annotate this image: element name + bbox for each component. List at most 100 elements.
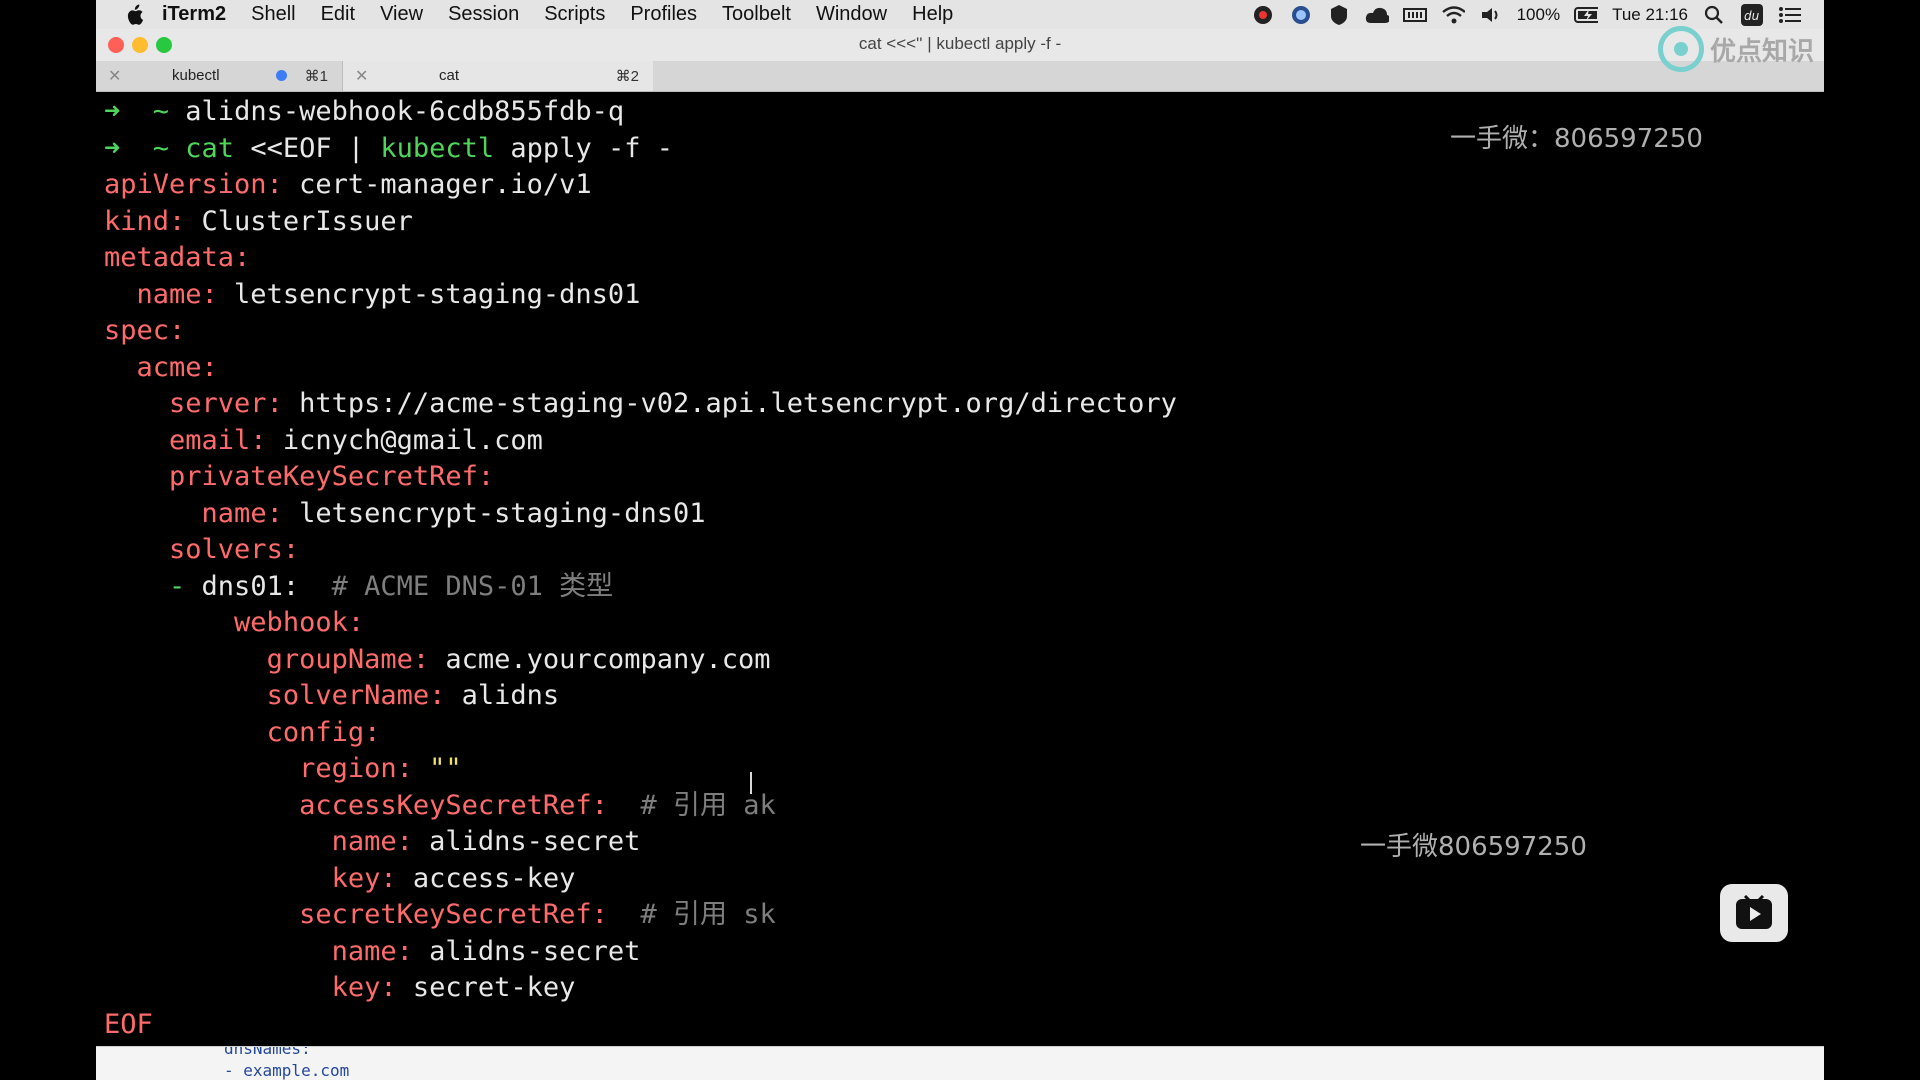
terminal-line: EOF [104,1007,153,1043]
menu-edit[interactable]: Edit [321,3,355,26]
wifi-icon[interactable] [1441,4,1465,26]
terminal-text-segment: name: [331,826,413,857]
terminal-line: server: https://acme-staging-v02.api.let… [104,386,1177,422]
brand-watermark: 优点知识 [1657,24,1814,74]
play-icon[interactable] [1720,884,1788,942]
tab-kubectl[interactable]: ✕ kubectl ⌘1 [96,61,343,91]
terminal-text-segment: solverName: [266,680,446,711]
terminal-text-segment: # 引用 sk [607,899,776,930]
terminal-line: key: access-key [104,861,576,897]
contact-overlay-mid: 一手微806597250 [1360,832,1587,862]
terminal-output[interactable]: ➜ ~ alidns-webhook-6cdb855fdb-q ➜ ~ cat <… [96,92,1824,1046]
terminal-text-segment: alidns-secret [412,935,641,967]
terminal-text-segment: acme.yourcompany.com [429,643,771,675]
terminal-line: - dns01: # ACME DNS-01 类型 [104,569,613,605]
contact-overlay-top: 一手微：806597250 [1450,124,1703,154]
cloud-icon[interactable] [1365,4,1389,26]
menu-help[interactable]: Help [912,3,953,26]
terminal-text-segment: solvers: [169,534,300,565]
terminal-line: config: [104,715,381,751]
tab-cat[interactable]: ✕ cat ⌘2 [343,61,653,91]
menu-bar: iTerm2 Shell Edit View Session Scripts P… [96,0,1824,29]
menu-view[interactable]: View [380,3,423,26]
screen: iTerm2 Shell Edit View Session Scripts P… [96,0,1824,1080]
terminal-text-segment: alidns-webhook-6cdb855fdb-q [185,96,625,127]
du-app-icon[interactable]: du [1740,3,1764,26]
terminal-text-segment: key: [331,972,397,1003]
terminal-text-segment: acme: [136,351,218,383]
terminal-text-segment: name: [136,278,218,310]
terminal-text-segment: server: [169,388,283,419]
terminal-text-segment: email: [169,424,267,456]
terminal-line: name: alidns-secret [104,934,641,970]
terminal-text-segment: secretKeySecretRef: [299,899,608,930]
terminal-text-segment: webhook: [234,607,365,638]
menu-shell[interactable]: Shell [251,3,295,26]
terminal-line: name: alidns-secret [104,824,641,860]
terminal-line: webhook: [104,605,364,641]
terminal-text-segment: # 引用 ak [607,789,776,821]
terminal-line: ➜ ~ cat <<EOF | kubectl apply -f - [104,131,673,167]
menu-toolbelt[interactable]: Toolbelt [722,3,791,26]
background-editor-window[interactable]: dnsNames: - example.com [96,1046,1824,1080]
battery-icon[interactable] [1574,4,1599,26]
menu-app-name[interactable]: iTerm2 [162,3,226,26]
terminal-text-segment: icnych@gmail.com [266,424,543,456]
shield-icon[interactable] [1327,4,1351,26]
tab-close-icon[interactable]: ✕ [108,66,121,86]
tab-label: cat [439,67,460,84]
terminal-text-segment: kubectl [380,132,511,164]
terminal-line: acme: [104,350,218,386]
terminal-line: solverName: alidns [104,678,560,714]
terminal-line: spec: [104,313,185,349]
volume-icon[interactable] [1479,4,1503,26]
terminal-line: name: letsencrypt-staging-dns01 [104,496,706,532]
terminal-line: key: secret-key [104,970,576,1006]
window-titlebar[interactable]: cat <<<'' | kubectl apply -f - [96,29,1824,62]
terminal-text-segment: alidns-secret [412,826,641,857]
terminal-text-segment: ~ [152,96,186,127]
memory-icon[interactable] [1402,4,1427,26]
terminal-text-segment: cat [185,132,251,164]
terminal-text-segment: ➜ [104,96,153,127]
terminal-text-segment: kind: [104,205,186,237]
menu-session[interactable]: Session [448,3,519,26]
clock[interactable]: Tue 21:16 [1612,5,1688,25]
terminal-line: region: "" [104,751,462,787]
tab-label: kubectl [172,67,220,84]
globe-icon[interactable] [1289,4,1313,26]
apple-icon[interactable] [124,4,152,26]
tab-close-icon[interactable]: ✕ [355,66,368,86]
window-title: cat <<<'' | kubectl apply -f - [858,34,1062,53]
record-icon[interactable] [1251,4,1275,26]
terminal-text-segment: name: [331,935,413,967]
terminal-text-segment: access-key [396,862,576,894]
menu-list-icon[interactable] [1778,4,1802,26]
editor-line: - example.com [224,1061,350,1080]
menu-profiles[interactable]: Profiles [630,3,697,26]
terminal-text-segment: alidns [445,680,560,711]
menu-window[interactable]: Window [816,3,887,26]
terminal-text-segment: spec: [104,315,186,346]
terminal-text-segment: config: [266,716,381,748]
terminal-window: cat <<<'' | kubectl apply -f - ✕ kubectl… [96,29,1824,1046]
terminal-text-segment: ~ [152,132,186,164]
terminal-line: name: letsencrypt-staging-dns01 [104,277,641,313]
svg-text:du: du [1744,9,1760,23]
menu-scripts[interactable]: Scripts [544,3,605,26]
terminal-line: ➜ ~ alidns-webhook-6cdb855fdb-q [104,94,624,130]
terminal-line: privateKeySecretRef: [104,459,494,495]
terminal-text-segment: metadata: [104,242,251,273]
tab-bar: ✕ kubectl ⌘1 ✕ cat ⌘2 [96,61,1824,92]
search-icon[interactable] [1702,4,1726,26]
